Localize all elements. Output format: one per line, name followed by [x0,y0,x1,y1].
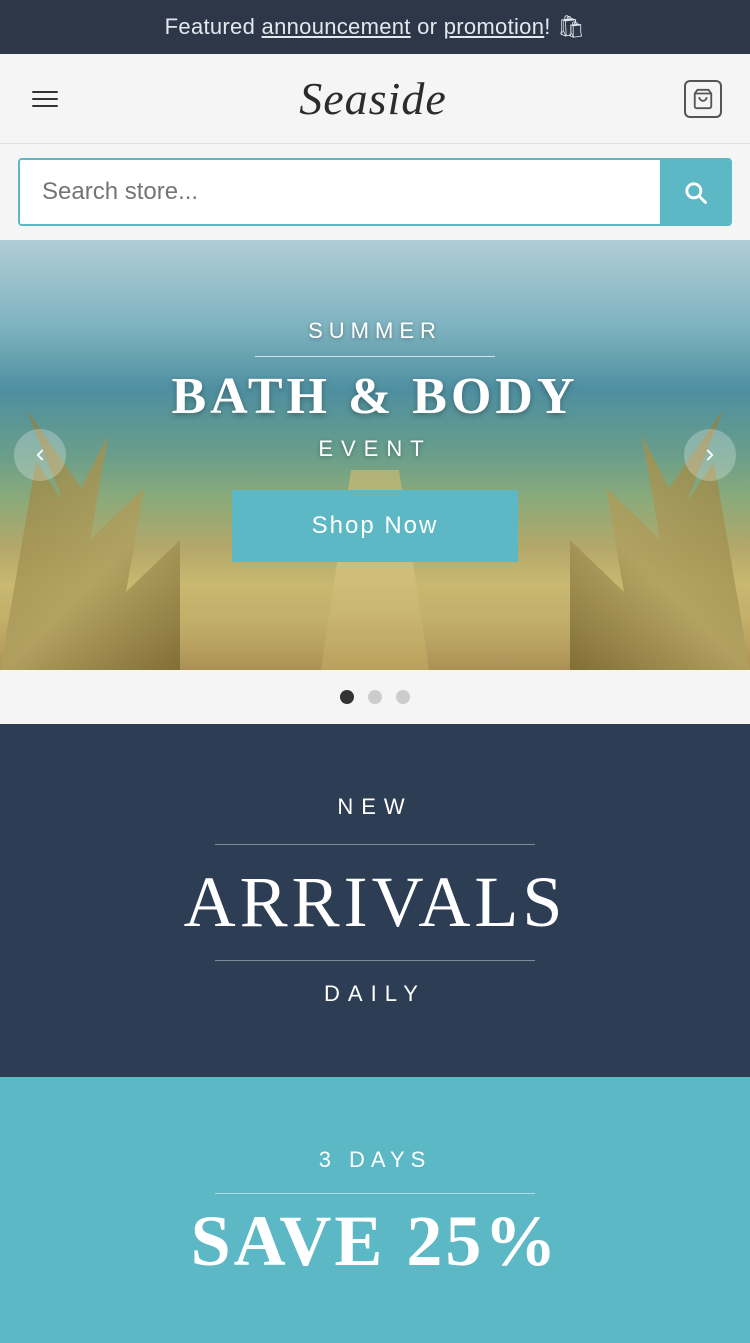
hero-overlay: SUMMER BATH & BODY EVENT Shop Now [0,240,750,670]
arrivals-divider-bottom [215,960,535,961]
logo[interactable]: Seaside [299,72,447,125]
save-divider [215,1193,535,1194]
slider-dot-1[interactable] [340,690,354,704]
save-section: 3 DAYS SAVE 25% [0,1077,750,1343]
arrivals-label: NEW [337,794,412,820]
arrivals-subtitle: DAILY [324,981,426,1007]
cart-icon[interactable] [684,80,722,118]
save-title: SAVE 25% [191,1200,560,1283]
announcement-link[interactable]: announcement [262,14,411,39]
slider-dot-3[interactable] [396,690,410,704]
hero-subtitle: SUMMER [308,318,442,344]
hero-divider-top [255,356,495,357]
new-arrivals-section: NEW ARRIVALS DAILY [0,724,750,1077]
search-icon [681,178,709,206]
announcement-bar: Featured announcement or promotion! 🛍 [0,0,750,54]
slider-dot-2[interactable] [368,690,382,704]
hamburger-menu-icon[interactable] [28,87,62,111]
hero-shop-now-button[interactable]: Shop Now [232,490,519,562]
slider-dots [0,670,750,724]
arrivals-title: ARRIVALS [184,861,567,944]
header: Seaside [0,54,750,144]
arrivals-divider-top [215,844,535,845]
hero-event: EVENT [318,436,431,462]
search-input[interactable] [20,160,660,224]
promotion-link[interactable]: promotion [444,14,545,39]
save-days: 3 DAYS [319,1147,432,1173]
hero-title: BATH & BODY [171,367,578,426]
search-button[interactable] [660,160,730,224]
hero-slider: SUMMER BATH & BODY EVENT Shop Now [0,240,750,670]
search-bar [18,158,732,226]
